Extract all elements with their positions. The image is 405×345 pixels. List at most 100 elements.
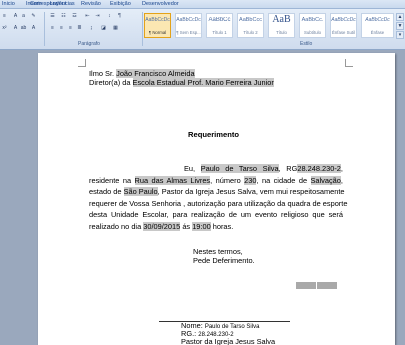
margin-mark	[78, 59, 86, 67]
street-field[interactable]: Rua das Almas Livres	[134, 175, 211, 185]
recipient-name-field[interactable]: João Francisco Almeida	[116, 69, 195, 78]
align-left-icon[interactable]: ≡	[49, 25, 56, 32]
multilevel-list-icon[interactable]: ☲	[71, 13, 78, 20]
style-name: Ênfase Sutil	[332, 30, 355, 35]
body-text: realizado no dia	[89, 221, 142, 231]
highlight-icon[interactable]: ab	[20, 25, 27, 32]
style-sample: AaBbCc.	[301, 17, 324, 23]
rg-field[interactable]: 28.248.230-2	[297, 164, 341, 173]
body-text: , Pastor da Igreja Jesus Salva, vem mui …	[157, 187, 345, 196]
document-page[interactable]: Ilmo Sr. João Francisco Almeida Diretor(…	[38, 53, 395, 345]
body-text: estado de	[89, 187, 122, 196]
body-text: , na cidade de	[256, 175, 308, 185]
body-text: ,	[340, 175, 343, 185]
style-name: ¶ Sem Esp...	[176, 30, 201, 35]
margin-mark	[345, 59, 353, 67]
name-field[interactable]: Paulo de Tarso Silva	[200, 164, 279, 173]
style-name: Título 2	[243, 30, 258, 35]
request-paragraph: Eu, Paulo de Tarso Silva, RG28.248.230-2…	[89, 163, 348, 233]
document-workspace: Ilmo Sr. João Francisco Almeida Diretor(…	[0, 50, 405, 345]
school-name-field[interactable]: Escola Estadual Prof. Mario Ferreira Jun…	[132, 78, 274, 87]
style-emphasis[interactable]: AaBbCcDc Ênfase	[361, 13, 394, 38]
signature-role: Pastor da Igreja Jesus Salva	[181, 337, 276, 345]
style-heading-2[interactable]: AaBbCcc Título 2	[237, 13, 264, 38]
tab-inicio[interactable]: Inicio	[2, 1, 15, 7]
tab-revisao[interactable]: Revisão	[81, 1, 101, 7]
body-text: ás	[182, 221, 191, 231]
recipient-line: Ilmo Sr. João Francisco Almeida	[89, 69, 195, 78]
body-text: Eu,	[184, 164, 196, 173]
style-title[interactable]: AaB Título	[268, 13, 295, 38]
date-field[interactable]: 30/09/2015	[143, 221, 181, 231]
align-right-icon[interactable]: ≡	[67, 25, 74, 32]
form-field-placeholder[interactable]	[296, 282, 316, 289]
font-color-icon[interactable]: A	[30, 25, 37, 32]
styles-group-label: Estilo	[300, 41, 313, 47]
borders-icon[interactable]: ▦	[112, 25, 119, 32]
group-separator	[44, 12, 45, 46]
text-effects-icon[interactable]: A	[12, 25, 19, 32]
styles-scroll-up-icon[interactable]: ▲	[396, 13, 404, 21]
document-title: Requerimento	[188, 130, 240, 139]
style-subtle-emphasis[interactable]: AaBbCcDc Ênfase Sutil	[330, 13, 357, 38]
style-subtitle[interactable]: AaBbCc. Subtítulo	[299, 13, 326, 38]
superscript-icon[interactable]: x²	[1, 25, 8, 32]
font-shrink-icon[interactable]: a	[20, 13, 27, 20]
number-field[interactable]: 230	[244, 175, 257, 185]
paragraph-line: realizado no dia 30/09/2015 ás 19:00 hor…	[89, 221, 343, 233]
clear-format-icon[interactable]: ✎	[30, 13, 37, 20]
style-sample: AaBbCcDc	[365, 17, 390, 23]
style-name: Subtítulo	[304, 30, 321, 35]
paragraph-group-label: Parágrafo	[78, 41, 100, 47]
tab-desenvolvedor[interactable]: Desenvolvedor	[142, 1, 179, 7]
decrease-indent-icon[interactable]: ⇤	[84, 13, 91, 20]
group-separator	[142, 12, 143, 46]
recipient-role-line: Diretor(a) da Escola Estadual Prof. Mari…	[89, 78, 274, 87]
style-normal[interactable]: AaBbCcDc ¶ Normal	[144, 13, 171, 38]
style-sample: AaBbCcDc	[331, 17, 356, 23]
salutation-text: Ilmo Sr.	[89, 69, 115, 78]
numbering-icon[interactable]: ☷	[60, 13, 67, 20]
style-name: Título 1	[212, 30, 227, 35]
styles-more-icon[interactable]: ▾	[396, 31, 404, 39]
show-marks-icon[interactable]: ¶	[116, 13, 123, 20]
tab-correspondencias[interactable]: Correspondências	[30, 1, 75, 7]
style-sample: AaBbCc	[208, 17, 231, 23]
font-grow-icon[interactable]: A	[12, 13, 19, 20]
justify-icon[interactable]: ≣	[76, 25, 83, 32]
tab-exibicao[interactable]: Exibição	[110, 1, 131, 7]
style-sample: AaBbCcDc	[176, 17, 201, 23]
increase-indent-icon[interactable]: ⇥	[94, 13, 101, 20]
shading-icon[interactable]: ◪	[100, 25, 107, 32]
role-text: Diretor(a) da	[89, 78, 131, 87]
sort-icon[interactable]: ↕	[106, 13, 113, 20]
closing-line-2: Pede Deferimento.	[193, 256, 255, 265]
align-center-icon[interactable]: ≡	[58, 25, 65, 32]
style-no-spacing[interactable]: AaBbCcDc ¶ Sem Esp...	[175, 13, 202, 38]
city-field[interactable]: Salvação	[310, 175, 341, 185]
body-text: , RG	[278, 164, 298, 173]
body-text: ,	[340, 164, 343, 173]
line-spacing-icon[interactable]: ↨	[88, 25, 95, 32]
style-name: Ênfase	[370, 30, 385, 35]
style-heading-1[interactable]: AaBbCc Título 1	[206, 13, 233, 38]
time-field[interactable]: 19:00	[192, 221, 211, 231]
paragraph-line: requerer de Vossa Senhoria , autorização…	[89, 198, 348, 208]
paragraph-line: desta Unidade Escolar, para realização d…	[89, 210, 343, 219]
body-text: horas.	[212, 221, 234, 231]
paragraph-line: residente na Rua das Almas Livres, númer…	[89, 175, 343, 187]
align-icon[interactable]: ≡	[1, 13, 8, 20]
style-sample: AaB	[272, 14, 291, 25]
paragraph-line: Eu, Paulo de Tarso Silva, RG28.248.230-2…	[89, 163, 343, 175]
body-text: residente na	[89, 175, 132, 185]
style-sample: AaBbCcDc	[145, 17, 170, 23]
paragraph-line: estado de São Paulo, Pastor da Igreja Je…	[89, 186, 345, 198]
style-sample: AaBbCcc	[239, 17, 262, 23]
state-field[interactable]: São Paulo	[123, 187, 158, 196]
bullets-icon[interactable]: ☰	[49, 13, 56, 20]
body-text: , número	[210, 175, 241, 185]
ribbon: ≡ A a ✎ x² A ab A ☰ ☷ ☲ ⇤ ⇥ ↕ ¶ ≡ ≡ ≡ ≣ …	[0, 9, 405, 50]
form-field-placeholder[interactable]	[317, 282, 337, 289]
style-name: ¶ Normal	[148, 30, 167, 35]
styles-scroll-down-icon[interactable]: ▼	[396, 22, 404, 30]
